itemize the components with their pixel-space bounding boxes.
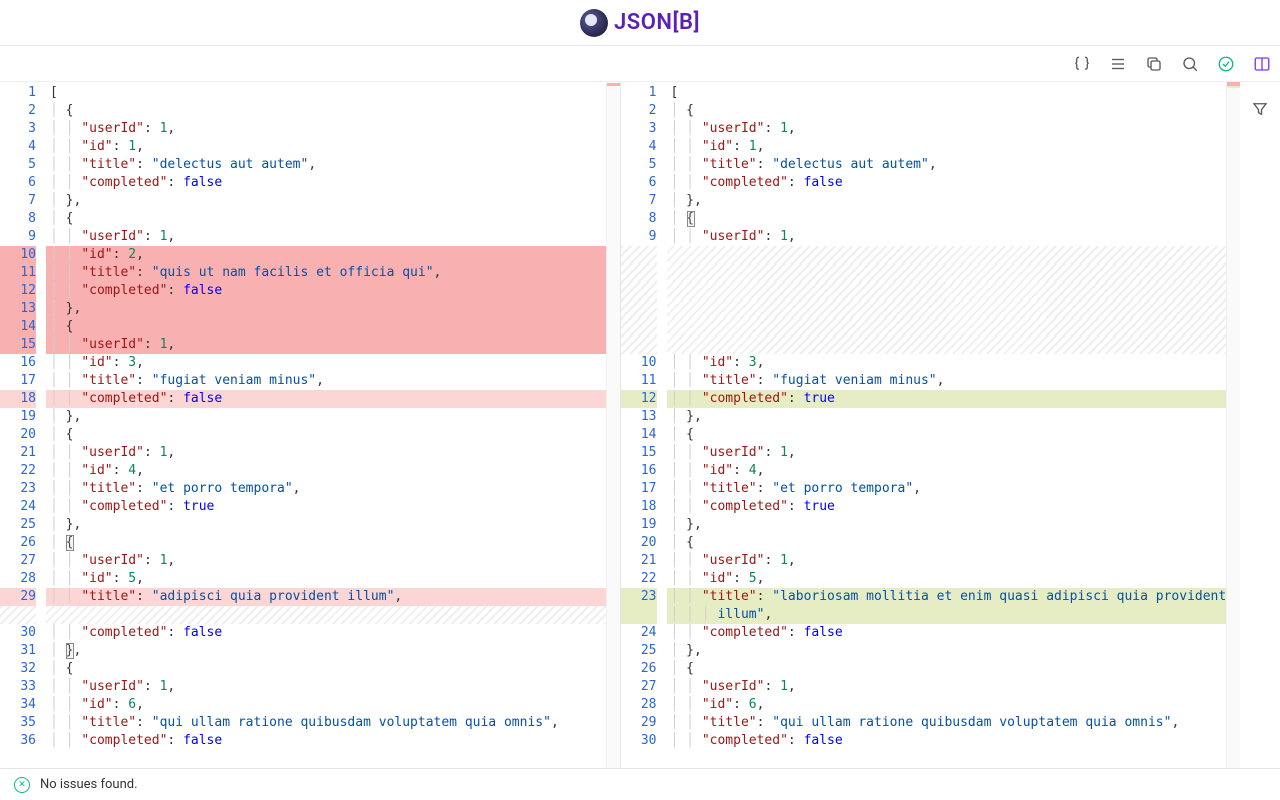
right-minimap[interactable] <box>1226 82 1240 768</box>
brand-logo-icon <box>580 9 608 37</box>
columns-icon[interactable] <box>1252 54 1272 74</box>
top-toolbar <box>0 46 1280 82</box>
brand-logo[interactable]: JSON[B] <box>580 9 700 37</box>
left-minimap[interactable] <box>606 82 620 768</box>
left-pane[interactable]: 123456789-10-11-12-13-14-151617-18192021… <box>0 82 621 768</box>
copy-icon[interactable] <box>1144 54 1164 74</box>
search-icon[interactable] <box>1180 54 1200 74</box>
right-pane[interactable]: 1234567891011+1213141516171819202122+23+… <box>621 82 1241 768</box>
status-message: No issues found. <box>40 777 138 792</box>
right-toolbar <box>1240 82 1280 768</box>
brand-name: JSON[B] <box>614 10 700 35</box>
left-gutter: 123456789-10-11-12-13-14-151617-18192021… <box>0 82 46 768</box>
status-ok-icon: ✕ <box>14 777 30 793</box>
status-bar: ✕ No issues found. <box>0 768 1280 800</box>
braces-icon[interactable] <box>1072 54 1092 74</box>
filter-icon[interactable] <box>1249 98 1271 120</box>
diff-editor: 123456789-10-11-12-13-14-151617-18192021… <box>0 82 1280 768</box>
right-code[interactable]: [│ {│ │ "userId": 1,│ │ "id": 1,│ │ "tit… <box>667 82 1227 768</box>
list-icon[interactable] <box>1108 54 1128 74</box>
app-header: JSON[B] <box>0 0 1280 46</box>
right-gutter: 1234567891011+1213141516171819202122+23+… <box>621 82 667 768</box>
check-circle-icon[interactable] <box>1216 54 1236 74</box>
left-code[interactable]: [│ {│ │ "userId": 1,│ │ "id": 1,│ │ "tit… <box>46 82 606 768</box>
